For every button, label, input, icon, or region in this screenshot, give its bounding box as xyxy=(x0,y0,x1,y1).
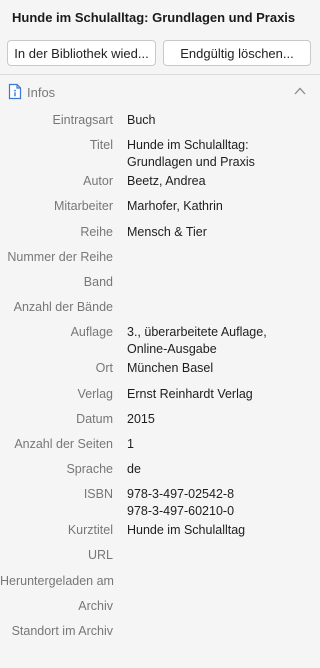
field-value[interactable] xyxy=(127,571,307,596)
field-value-line: Mensch & Tier xyxy=(127,224,207,239)
field-value[interactable]: de xyxy=(127,459,307,484)
field-value-line: Buch xyxy=(127,113,156,127)
field-row: Heruntergeladen am xyxy=(0,571,320,596)
field-row: Anzahl der Bände xyxy=(0,297,320,322)
field-value[interactable]: München Basel xyxy=(127,358,307,383)
field-value-line: 1 xyxy=(127,436,134,451)
field-label: Anzahl der Bände xyxy=(13,300,113,315)
field-row: Nummer der Reihe xyxy=(0,247,320,272)
field-row: Mitarbeiter Marhofer, Kathrin xyxy=(0,196,320,221)
field-label: Archiv xyxy=(78,598,113,613)
field-value-line: 3., überarbeitete Auflage, xyxy=(127,325,267,340)
field-label: ISBN xyxy=(83,487,113,502)
field-row: Datum 2015 xyxy=(0,409,320,434)
field-value[interactable] xyxy=(127,596,307,621)
field-label: Auflage xyxy=(70,325,113,340)
field-value[interactable]: Mensch & Tier xyxy=(127,222,307,247)
field-row: Autor Beetz, Andrea xyxy=(0,171,320,196)
field-label: Ort xyxy=(95,361,113,376)
restore-to-library-button[interactable]: In der Bibliothek wied... xyxy=(7,40,156,66)
field-row: Anzahl der Seiten 1 xyxy=(0,434,320,459)
field-label: Titel xyxy=(89,138,113,153)
field-label: Kurztitel xyxy=(67,523,113,538)
field-row: Archiv xyxy=(0,596,320,621)
field-label: Verlag xyxy=(77,386,113,401)
chevron-up-icon[interactable] xyxy=(294,87,306,95)
field-label: Sprache xyxy=(66,462,113,477)
field-value-line: Hunde im Schulalltag: xyxy=(127,138,249,153)
field-value[interactable]: Beetz, Andrea xyxy=(127,171,307,196)
field-value[interactable] xyxy=(127,247,307,272)
field-label: Standort im Archiv xyxy=(11,624,113,638)
field-value-line: 978-3-497-02542-8 xyxy=(127,487,235,502)
field-label: Datum xyxy=(76,411,113,426)
field-value[interactable]: Ernst Reinhardt Verlag xyxy=(127,384,307,409)
field-row: Auflage 3., überarbeitete Auflage, Online-… xyxy=(0,322,320,358)
field-row: Standort im Archiv xyxy=(0,621,320,646)
field-label: Heruntergeladen am xyxy=(0,573,114,588)
field-value[interactable]: Marhofer, Kathrin xyxy=(127,196,307,221)
field-value[interactable] xyxy=(127,297,307,322)
field-value[interactable]: 978-3-497-02542-8 978-3-497-60210-0 xyxy=(127,484,307,520)
field-label: Nummer der Reihe xyxy=(7,249,113,264)
field-row: Kurztitel Hunde im Schulalltag xyxy=(0,520,320,545)
field-value[interactable]: 3., überarbeitete Auflage, Online-Ausgabe xyxy=(127,322,307,358)
field-label: URL xyxy=(87,548,113,563)
field-label: Reihe xyxy=(80,224,113,239)
field-value[interactable]: Buch xyxy=(127,110,307,135)
field-value-line: 2015 xyxy=(127,411,155,426)
field-label: Eintragsart xyxy=(52,113,113,127)
info-fields: Eintragsart Buch Titel Hunde im Schulalltag… xyxy=(0,110,320,646)
field-label: Autor xyxy=(83,174,113,189)
field-value-line: München Basel xyxy=(127,361,214,376)
field-value[interactable]: 1 xyxy=(127,434,307,459)
field-value[interactable]: Hunde im Schulalltag: Grundlagen und Prax… xyxy=(127,135,307,171)
field-value[interactable]: 2015 xyxy=(127,409,307,434)
field-value-line: Marhofer, Kathrin xyxy=(127,199,223,214)
item-pane: Hunde im Schulalltag: Grundlagen und Pra… xyxy=(0,0,320,668)
field-row: Band xyxy=(0,272,320,297)
divider xyxy=(0,74,320,75)
field-row: Eintragsart Buch xyxy=(0,110,320,135)
field-row: Ort München Basel xyxy=(0,358,320,383)
field-row: URL xyxy=(0,545,320,570)
field-value-line: Hunde im Schulalltag xyxy=(127,523,246,538)
field-value[interactable] xyxy=(127,272,307,297)
field-value[interactable] xyxy=(127,621,307,646)
field-value-line: Ernst Reinhardt Verlag xyxy=(127,386,253,401)
field-label: Anzahl der Seiten xyxy=(14,436,113,451)
section-title: Infos xyxy=(27,85,56,100)
field-row: ISBN 978-3-497-02542-8 978-3-497-60210-0 xyxy=(0,484,320,520)
field-label: Mitarbeiter xyxy=(53,199,113,214)
item-title[interactable]: Hunde im Schulalltag: Grundlagen und Pra… xyxy=(12,10,312,25)
field-row: Titel Hunde im Schulalltag: Grundlagen und… xyxy=(0,135,320,171)
field-value-line: Online-Ausgabe xyxy=(127,342,217,357)
field-row: Sprache de xyxy=(0,459,320,484)
field-row: Verlag Ernst Reinhardt Verlag xyxy=(0,384,320,409)
field-label: Band xyxy=(83,274,113,289)
field-value-line: de xyxy=(127,462,141,477)
field-value[interactable]: Hunde im Schulalltag xyxy=(127,520,307,545)
field-value-line: Grundlagen und Praxis xyxy=(127,155,255,170)
field-row: Reihe Mensch & Tier xyxy=(0,222,320,247)
field-value[interactable] xyxy=(127,545,307,570)
document-info-icon xyxy=(8,83,22,100)
field-value-line: Beetz, Andrea xyxy=(127,174,206,189)
delete-permanently-button[interactable]: Endgültig löschen... xyxy=(163,40,311,66)
field-value-line: 978-3-497-60210-0 xyxy=(127,504,235,519)
info-section-header[interactable]: Infos xyxy=(0,80,320,104)
